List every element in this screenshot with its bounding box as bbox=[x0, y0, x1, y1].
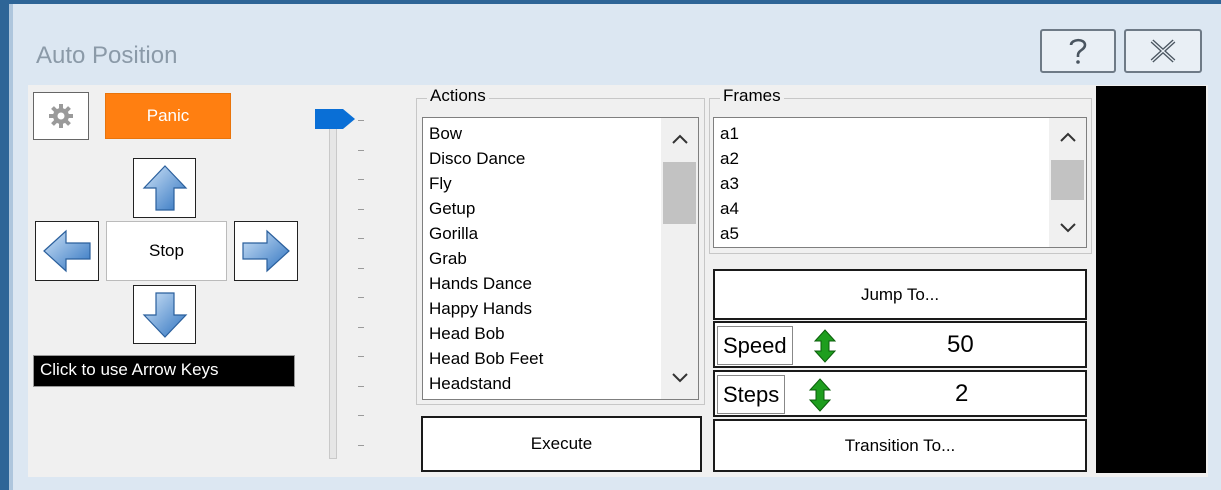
list-item[interactable]: Headstand bbox=[423, 371, 698, 396]
list-item[interactable]: a1 bbox=[714, 121, 1086, 146]
steps-spinner[interactable] bbox=[808, 378, 832, 417]
list-item[interactable]: a3 bbox=[714, 171, 1086, 196]
speed-label: Speed bbox=[717, 326, 793, 365]
list-item[interactable]: Disco Dance bbox=[423, 146, 698, 171]
list-item[interactable]: Head Bob bbox=[423, 321, 698, 346]
scroll-thumb[interactable] bbox=[663, 162, 696, 224]
window-border-top bbox=[0, 0, 1221, 4]
scroll-thumb[interactable] bbox=[1051, 160, 1084, 200]
chevron-down-icon bbox=[1059, 223, 1076, 233]
frames-group-label: Frames bbox=[720, 86, 784, 106]
chevron-down-icon bbox=[671, 373, 688, 383]
slider-tick bbox=[358, 238, 364, 239]
window-border-left bbox=[0, 0, 9, 490]
slider-tick bbox=[358, 149, 364, 151]
steps-control: Steps 2 bbox=[713, 370, 1087, 417]
jump-to-button[interactable]: Jump To... bbox=[713, 269, 1087, 320]
transition-to-button[interactable]: Transition To... bbox=[713, 419, 1087, 472]
up-down-arrows-icon bbox=[813, 329, 837, 363]
steps-label: Steps bbox=[717, 375, 786, 414]
settings-button[interactable] bbox=[33, 92, 89, 140]
execute-button[interactable]: Execute bbox=[421, 416, 702, 472]
slider-thumb-icon bbox=[315, 109, 355, 129]
slider-tick bbox=[358, 120, 364, 121]
slider-tick bbox=[358, 385, 364, 387]
list-item[interactable]: a2 bbox=[714, 146, 1086, 171]
down-button[interactable] bbox=[133, 285, 196, 344]
up-button[interactable] bbox=[133, 158, 196, 218]
speed-spinner[interactable] bbox=[813, 329, 837, 368]
scroll-down-button[interactable] bbox=[661, 363, 698, 393]
close-icon bbox=[1150, 39, 1176, 63]
arrow-up-icon bbox=[142, 165, 187, 211]
gear-icon bbox=[49, 104, 73, 128]
slider-tick bbox=[358, 267, 364, 269]
actions-items: Bow Disco Dance Fly Getup Gorilla Grab Hands D… bbox=[423, 118, 698, 396]
list-item[interactable]: Head Bob Feet bbox=[423, 346, 698, 371]
preview-panel bbox=[1096, 86, 1206, 473]
slider-track[interactable] bbox=[329, 115, 337, 459]
scroll-down-button[interactable] bbox=[1049, 213, 1086, 243]
arrow-down-icon bbox=[142, 291, 187, 338]
arrow-left-icon bbox=[43, 229, 91, 273]
speed-control: Speed 50 bbox=[713, 321, 1087, 368]
slider-tick bbox=[358, 415, 364, 416]
window-title: Auto Position bbox=[36, 42, 178, 69]
left-button[interactable] bbox=[35, 221, 99, 281]
chevron-up-icon bbox=[671, 134, 688, 144]
slider-tick bbox=[358, 297, 364, 298]
scroll-up-button[interactable] bbox=[661, 124, 698, 154]
list-item[interactable]: Happy Hands bbox=[423, 296, 698, 321]
slider-tick bbox=[358, 326, 364, 328]
chevron-up-icon bbox=[1059, 132, 1076, 142]
list-item[interactable]: Fly bbox=[423, 171, 698, 196]
stop-button[interactable]: Stop bbox=[106, 221, 227, 281]
help-button[interactable] bbox=[1040, 29, 1116, 73]
slider-thumb[interactable] bbox=[313, 107, 357, 136]
slider-tick bbox=[358, 208, 364, 210]
list-item[interactable]: Grab bbox=[423, 246, 698, 271]
frames-items: a1 a2 a3 a4 a5 bbox=[714, 118, 1086, 246]
list-item[interactable]: a5 bbox=[714, 221, 1086, 246]
list-item[interactable]: a4 bbox=[714, 196, 1086, 221]
slider-tick bbox=[358, 356, 364, 357]
list-item[interactable]: Getup bbox=[423, 196, 698, 221]
panic-button[interactable]: Panic bbox=[105, 93, 231, 139]
actions-list[interactable]: Bow Disco Dance Fly Getup Gorilla Grab Hands D… bbox=[422, 117, 699, 400]
up-down-arrows-icon bbox=[808, 378, 832, 412]
scroll-up-button[interactable] bbox=[1049, 122, 1086, 152]
window-border-left-inner bbox=[9, 4, 13, 490]
actions-group-label: Actions bbox=[427, 86, 489, 106]
list-item[interactable]: Hands Dance bbox=[423, 271, 698, 296]
speed-value[interactable]: 50 bbox=[947, 331, 974, 359]
slider-tick bbox=[358, 179, 364, 180]
slider-tick bbox=[358, 444, 364, 446]
actions-scrollbar[interactable] bbox=[661, 118, 698, 399]
arrow-right-icon bbox=[242, 229, 290, 273]
frames-list[interactable]: a1 a2 a3 a4 a5 bbox=[713, 117, 1087, 248]
right-button[interactable] bbox=[234, 221, 298, 281]
list-item[interactable]: Bow bbox=[423, 121, 698, 146]
close-button[interactable] bbox=[1124, 29, 1202, 73]
question-mark-icon bbox=[1069, 38, 1087, 64]
list-item[interactable]: Gorilla bbox=[423, 221, 698, 246]
frames-scrollbar[interactable] bbox=[1049, 118, 1086, 247]
steps-value[interactable]: 2 bbox=[955, 380, 968, 408]
arrow-keys-field[interactable]: Click to use Arrow Keys bbox=[33, 355, 295, 387]
